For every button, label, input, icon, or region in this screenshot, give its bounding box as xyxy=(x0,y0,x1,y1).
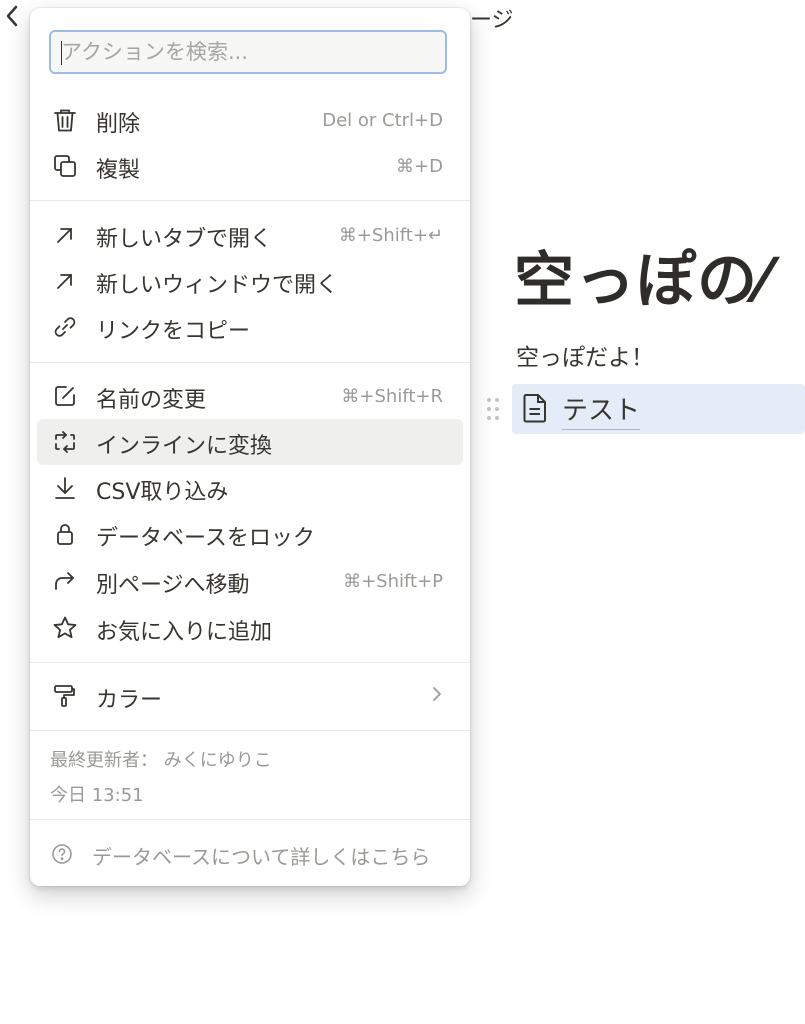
edit-icon xyxy=(52,383,78,409)
menu-item-label: 新しいウィンドウで開く xyxy=(96,273,339,298)
drag-handle-icon[interactable] xyxy=(484,394,502,424)
search-box xyxy=(49,30,447,74)
menu-item-label: リンクをコピー xyxy=(96,319,251,344)
lock-icon xyxy=(52,521,78,547)
menu-divider xyxy=(30,730,470,731)
menu-item-label: インラインに変換 xyxy=(96,434,273,459)
menu-item-label: 新しいタブで開く xyxy=(96,227,273,252)
question-circle-icon xyxy=(50,842,74,866)
rename-menu-item[interactable]: 名前の変更 ⌘+Shift+R xyxy=(37,373,463,419)
menu-divider xyxy=(30,362,470,363)
menu-item-label: 複製 xyxy=(96,158,141,183)
page-row-label: テスト xyxy=(562,390,641,430)
trash-icon xyxy=(52,107,78,133)
open-in-new-tab-menu-item[interactable]: 新しいタブで開く ⌘+Shift+↵ xyxy=(37,212,463,258)
move-arrow-icon xyxy=(52,568,78,594)
page-text: 空っぽだよ！ xyxy=(516,345,654,371)
menu-item-label: 別ページへ移動 xyxy=(96,573,250,598)
chevron-right-icon xyxy=(431,684,443,704)
menu-item-label: お気に入りに追加 xyxy=(96,620,273,645)
delete-menu-item[interactable]: 削除 Del or Ctrl+D xyxy=(37,97,463,143)
last-edited-by: 最終更新者： みくにゆりこ xyxy=(50,750,272,771)
breadcrumb[interactable]: ージ xyxy=(470,2,514,34)
shortcut-hint: ⌘+Shift+R xyxy=(341,386,443,407)
last-edited-time: 今日 13:51 xyxy=(50,785,144,806)
copy-link-menu-item[interactable]: リンクをコピー xyxy=(37,304,463,350)
menu-item-label: 削除 xyxy=(96,112,141,137)
menu-item-label: カラー xyxy=(96,688,163,713)
page-title: 空っぽの⁄ xyxy=(514,246,770,316)
link-icon xyxy=(52,314,78,340)
color-menu-item[interactable]: カラー xyxy=(37,673,463,719)
shortcut-hint: ⌘+Shift+↵ xyxy=(338,225,443,246)
help-link-label: データベースについて詳しくはこちら xyxy=(92,845,431,869)
search-input[interactable] xyxy=(51,32,445,72)
convert-icon xyxy=(52,429,78,455)
menu-item-label: データベースをロック xyxy=(96,526,315,551)
menu-item-label: 名前の変更 xyxy=(96,388,207,413)
open-in-new-window-menu-item[interactable]: 新しいウィンドウで開く xyxy=(37,258,463,304)
add-to-favorites-menu-item[interactable]: お気に入りに追加 xyxy=(37,605,463,651)
menu-divider xyxy=(30,662,470,663)
lock-database-menu-item[interactable]: データベースをロック xyxy=(37,511,463,557)
download-arrow-icon xyxy=(52,475,78,501)
chevron-left-icon[interactable] xyxy=(4,4,26,28)
import-csv-menu-item[interactable]: CSV取り込み xyxy=(37,465,463,511)
duplicate-icon xyxy=(52,153,78,179)
shortcut-hint: ⌘+D xyxy=(396,156,443,177)
text-caret xyxy=(61,41,62,65)
menu-divider xyxy=(30,819,470,820)
arrow-up-right-icon xyxy=(52,268,78,294)
shortcut-hint: Del or Ctrl+D xyxy=(322,110,443,131)
menu-divider xyxy=(30,200,470,201)
paint-roller-icon xyxy=(52,683,78,709)
menu-item-label: CSV取り込み xyxy=(96,480,229,505)
duplicate-menu-item[interactable]: 複製 ⌘+D xyxy=(37,143,463,189)
page-icon xyxy=(522,393,548,423)
star-icon xyxy=(52,615,78,641)
arrow-up-right-icon xyxy=(52,222,78,248)
selected-page-row[interactable]: テスト xyxy=(512,384,805,434)
shortcut-hint: ⌘+Shift+P xyxy=(343,571,443,592)
turn-into-inline-menu-item[interactable]: インラインに変換 xyxy=(37,419,463,465)
move-to-menu-item[interactable]: 別ページへ移動 ⌘+Shift+P xyxy=(37,558,463,604)
action-menu: 削除 Del or Ctrl+D 複製 ⌘+D 新しいタブで開く ⌘+Shift… xyxy=(30,8,470,886)
